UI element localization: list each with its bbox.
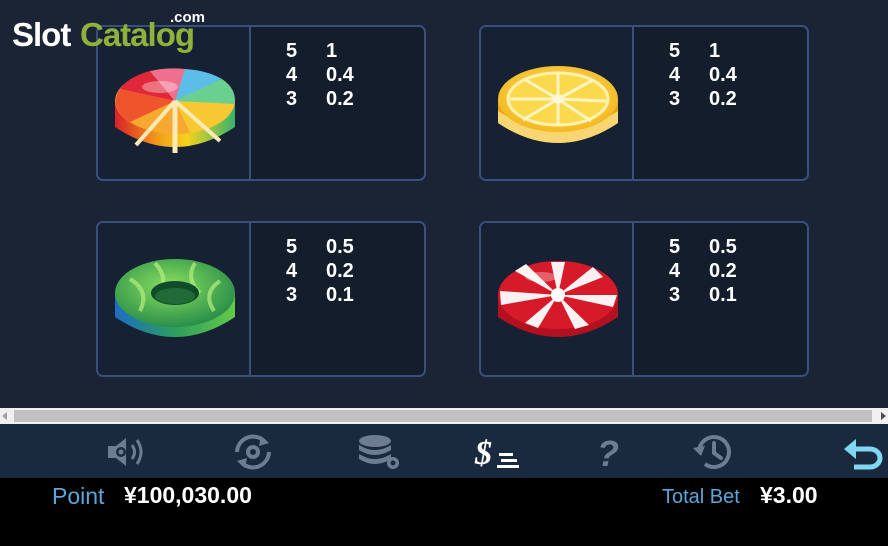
pay-row: 5 0.5: [669, 235, 737, 259]
lemon-candy-icon: [498, 66, 618, 143]
pay-count: 3: [286, 283, 298, 306]
pay-row: 3 0.2: [669, 87, 737, 111]
pay-multiplier: 0.1: [326, 283, 354, 306]
symbol-cell: [481, 223, 634, 375]
pay-row: 4 0.2: [669, 259, 737, 283]
pay-list: 5 0.5 4 0.2 3 0.1: [286, 235, 354, 307]
autoplay-settings-icon: [235, 434, 271, 470]
pay-count: 4: [669, 63, 681, 86]
svg-text:?: ?: [597, 433, 619, 471]
pay-count: 3: [669, 87, 681, 110]
paytable-button[interactable]: $: [473, 431, 523, 473]
scroll-left-icon[interactable]: [2, 412, 7, 420]
pay-row: 3 0.2: [286, 87, 354, 111]
pay-list: 5 1 4 0.4 3 0.2: [286, 39, 354, 111]
pay-row: 3 0.1: [669, 283, 737, 307]
symbol-cell: [98, 223, 251, 375]
scrollbar-thumb[interactable]: [14, 410, 872, 422]
pay-multiplier: 0.2: [709, 87, 737, 110]
history-icon: [693, 435, 731, 469]
help-icon: ?: [597, 433, 619, 471]
symbol-cell: [481, 27, 634, 179]
chips-settings-button[interactable]: [354, 431, 404, 473]
back-button[interactable]: [838, 431, 888, 473]
chips-settings-icon: [359, 435, 399, 469]
pay-row: 5 1: [286, 39, 354, 63]
status-bar: Point ¥100,030.00 Total Bet ¥3.00: [0, 478, 888, 546]
pay-row: 4 0.4: [286, 63, 354, 87]
point-balance: ¥100,030.00: [124, 482, 252, 508]
sound-settings-icon: [108, 438, 143, 466]
paytable-card-peppermint: 5 0.5 4 0.2 3 0.1: [479, 221, 809, 377]
pay-multiplier: 0.2: [326, 87, 354, 110]
sound-settings-button[interactable]: [103, 431, 153, 473]
pay-row: 3 0.1: [286, 283, 354, 307]
logo-text-slot: Slot: [12, 16, 71, 53]
slotcatalog-logo: Slot Catalog .com: [12, 8, 212, 58]
pay-multiplier: 1: [709, 39, 721, 62]
pay-count: 4: [286, 259, 298, 282]
pay-count: 3: [286, 87, 298, 110]
point-label: Point: [52, 483, 105, 509]
autoplay-settings-button[interactable]: [228, 431, 278, 473]
pay-count: 5: [669, 39, 681, 62]
game-toolbar: $ ?: [0, 424, 888, 478]
paytable-card-green-ring: 5 0.5 4 0.2 3 0.1: [96, 221, 426, 377]
svg-text:$: $: [474, 435, 492, 471]
pay-multiplier: 0.2: [709, 259, 737, 282]
horizontal-scrollbar[interactable]: [0, 408, 888, 424]
peppermint-candy-icon: [498, 261, 618, 337]
pay-row: 4 0.4: [669, 63, 737, 87]
paytable-card-lemon: 5 1 4 0.4 3 0.2: [479, 25, 809, 181]
green-ring-candy-icon: [115, 259, 235, 337]
pay-list: 5 1 4 0.4 3 0.2: [669, 39, 737, 111]
pay-multiplier: 0.4: [709, 63, 737, 86]
pay-multiplier: 0.1: [709, 283, 737, 306]
total-bet-value: ¥3.00: [760, 482, 818, 508]
pay-count: 3: [669, 283, 681, 306]
pay-multiplier: 0.5: [709, 235, 737, 258]
history-button[interactable]: [688, 431, 738, 473]
scroll-right-icon[interactable]: [881, 412, 886, 420]
pay-count: 5: [669, 235, 681, 258]
pay-count: 5: [286, 39, 298, 62]
logo-text-suffix: .com: [170, 9, 206, 26]
pay-row: 4 0.2: [286, 259, 354, 283]
back-icon: [844, 439, 883, 470]
paytable-panel: 5 1 4 0.4 3 0.2 5 1 4 0.4 3 0.2 5 0.5 4 …: [0, 0, 888, 408]
pay-count: 4: [286, 63, 298, 86]
pay-count: 5: [286, 235, 298, 258]
pay-row: 5 1: [669, 39, 737, 63]
total-bet-label: Total Bet: [662, 486, 740, 508]
pay-list: 5 0.5 4 0.2 3 0.1: [669, 235, 737, 307]
pay-multiplier: 0.2: [326, 259, 354, 282]
rainbow-candy-icon: [115, 68, 235, 153]
paytable-icon: $: [474, 435, 519, 471]
pay-count: 4: [669, 259, 681, 282]
pay-multiplier: 0.4: [326, 63, 354, 86]
pay-row: 5 0.5: [286, 235, 354, 259]
help-button[interactable]: ?: [582, 431, 632, 473]
pay-multiplier: 1: [326, 39, 338, 62]
pay-multiplier: 0.5: [326, 235, 354, 258]
